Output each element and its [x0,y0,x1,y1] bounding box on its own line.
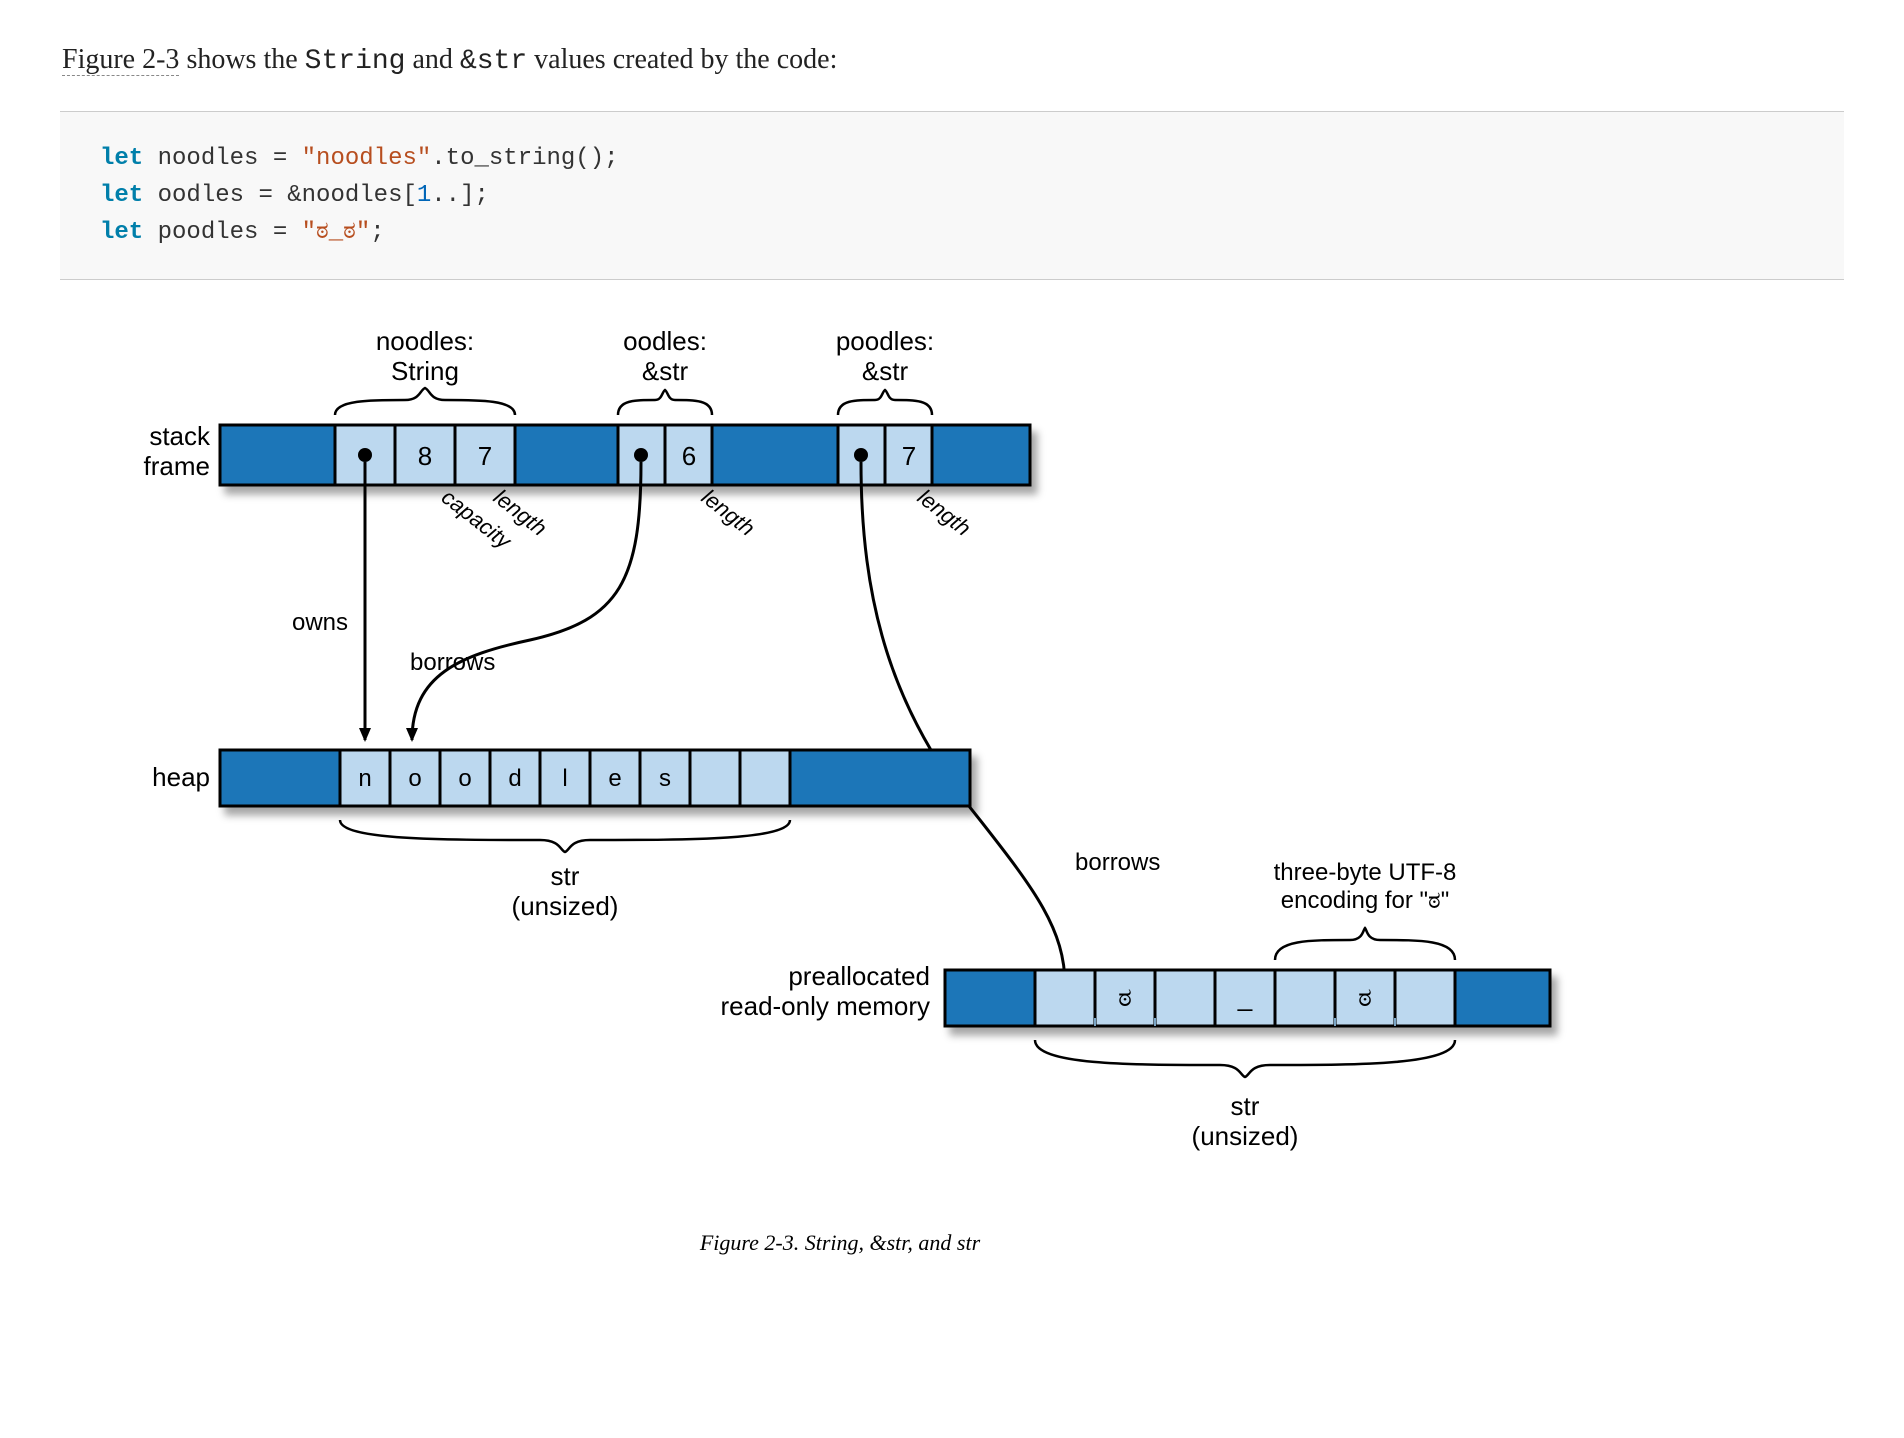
memory-diagram: noodles: String oodles: &str poodles: &s… [60,320,1904,1320]
noodles-type-label: String [391,356,459,386]
svg-text:(unsized): (unsized) [512,891,619,921]
svg-text:_: _ [1237,982,1253,1012]
svg-text:ಠ: ಠ [1118,982,1132,1012]
code-block: let noodles = "noodles".to_string(); let… [60,111,1844,281]
heap-cell-8 [740,750,790,806]
top-labels: noodles: String oodles: &str poodles: &s… [376,326,934,386]
poodles-ptr-dot [854,448,868,462]
svg-text:frame: frame [144,451,210,481]
rom-cell-6 [1395,970,1455,1026]
svg-text:length: length [697,484,760,541]
oodles-len-value: 6 [682,441,696,471]
arrow-labels: owns borrows borrows [292,609,1160,876]
code-inline-string: String [305,46,406,77]
arrow-poodles-borrows [861,462,1065,985]
svg-text:three-byte UTF-8: three-byte UTF-8 [1274,859,1457,886]
code-inline-str-ref: &str [460,46,527,77]
top-braces [335,388,932,415]
owns-label: owns [292,609,348,636]
svg-text:encoding for "ಠ": encoding for "ಠ" [1281,887,1450,914]
borrows-label-2: borrows [1075,849,1160,876]
svg-text:s: s [659,765,671,792]
utf8-label: three-byte UTF-8 encoding for "ಠ" [1274,859,1457,914]
svg-text:preallocated: preallocated [788,961,930,991]
heap-bar [220,750,970,806]
intro-paragraph: Figure 2-3 shows the String and &str val… [62,40,1844,83]
noodles-ptr-dot [358,448,372,462]
svg-text:o: o [458,765,471,792]
borrows-label-1: borrows [410,649,495,676]
heap-cell-7 [690,750,740,806]
stack-frame-label: stack frame [144,421,211,481]
rom-cell-4 [1275,970,1335,1026]
rom-cell-0 [1035,970,1095,1026]
oodles-type-label: &str [642,356,689,386]
svg-text:str: str [551,861,580,891]
str-unsized-1: str (unsized) [512,861,619,921]
poodles-len-value: 7 [902,441,916,471]
svg-text:(unsized): (unsized) [1192,1121,1299,1151]
rom-cell-2 [1155,970,1215,1026]
svg-text:e: e [608,765,621,792]
str-unsized-2: str (unsized) [1192,1091,1299,1151]
svg-text:d: d [508,765,521,792]
heap-label: heap [152,762,210,792]
field-labels: capacity length length length [437,484,976,555]
poodles-type-label: &str [862,356,909,386]
heap-brace [340,820,790,852]
utf8-brace [1275,928,1455,960]
figure-caption: Figure 2-3. String, &str, and str [699,1230,981,1255]
svg-text:ಠ: ಠ [1358,982,1372,1012]
svg-text:n: n [358,765,371,792]
svg-text:stack: stack [149,421,211,451]
noodles-capacity-value: 8 [418,441,432,471]
oodles-ptr-dot [634,448,648,462]
svg-text:l: l [562,765,567,792]
preallocated-label: preallocated read-only memory [720,961,930,1021]
rom-brace [1035,1040,1455,1077]
poodles-name-label: poodles: [836,326,934,356]
oodles-name-label: oodles: [623,326,707,356]
svg-text:length: length [913,484,976,541]
svg-text:o: o [408,765,421,792]
svg-text:str: str [1231,1091,1260,1121]
noodles-length-value: 7 [478,441,492,471]
svg-text:read-only memory: read-only memory [720,991,930,1021]
figure-reference: Figure 2-3 [62,44,179,76]
noodles-name-label: noodles: [376,326,474,356]
